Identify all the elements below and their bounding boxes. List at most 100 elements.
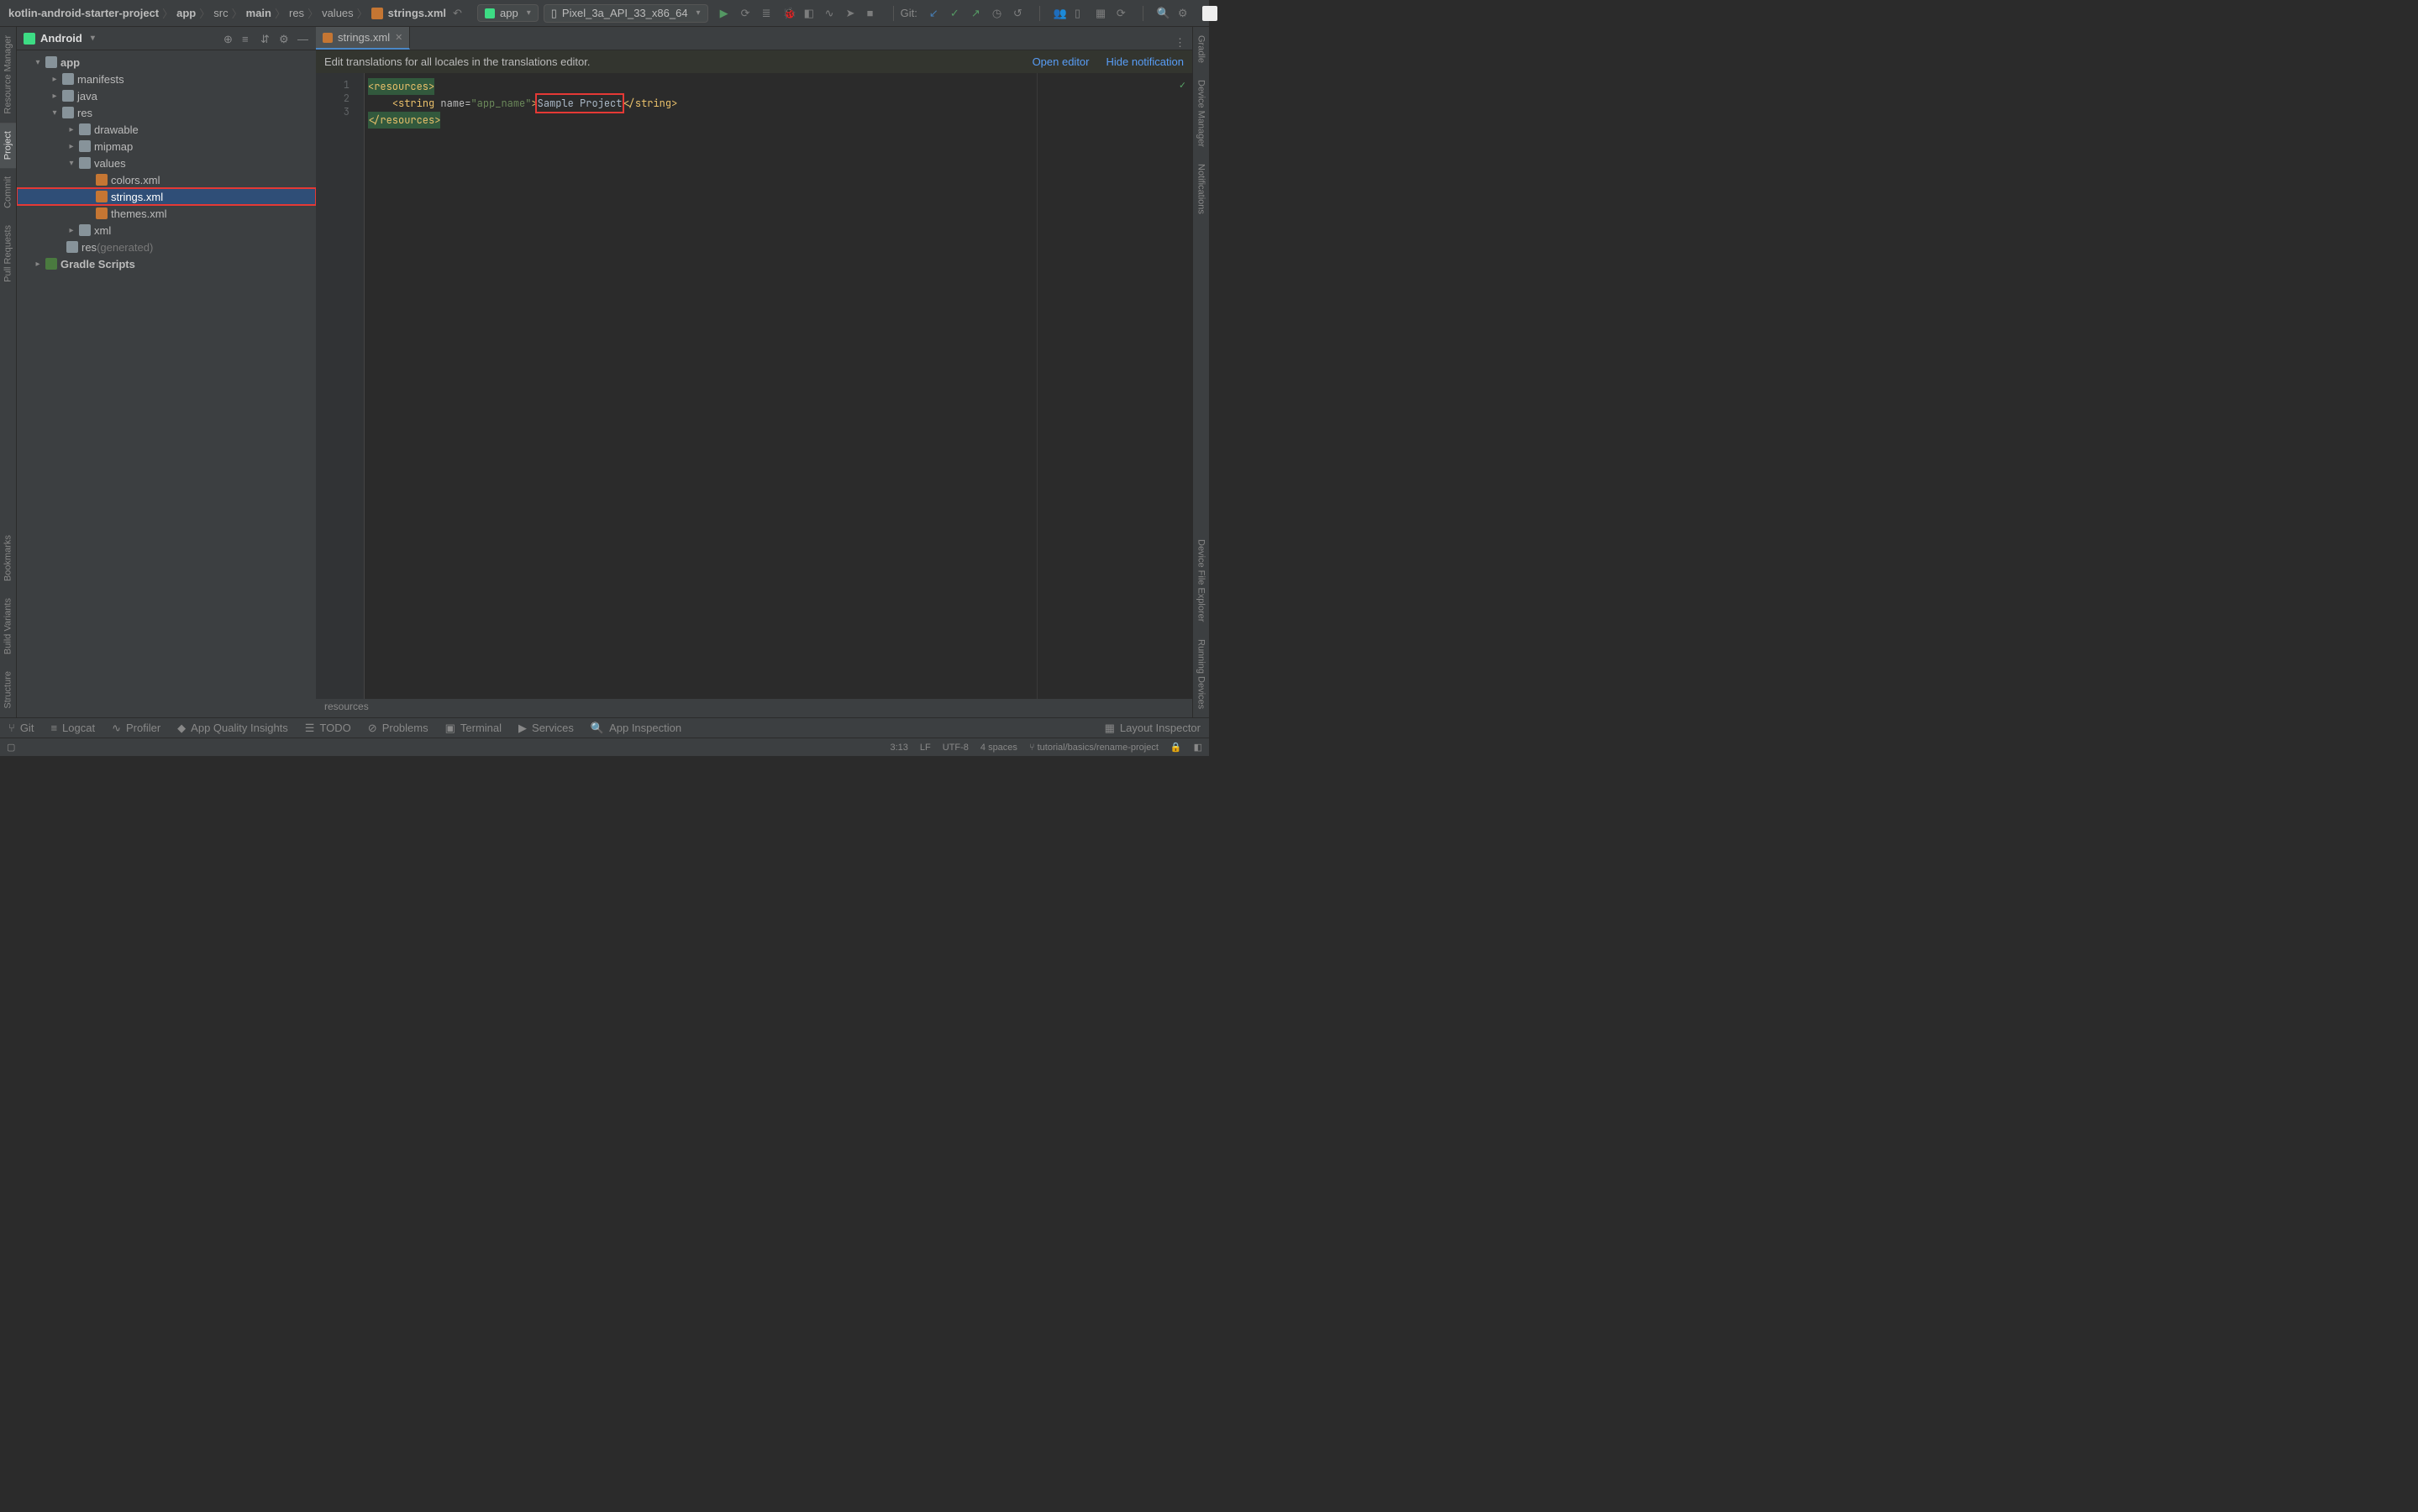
tab-build-variants[interactable]: Build Variants — [0, 590, 16, 663]
tree-node-strings[interactable]: strings.xml — [17, 188, 316, 205]
tab-commit[interactable]: Commit — [0, 168, 16, 217]
tab-terminal[interactable]: ▣Terminal — [437, 722, 510, 735]
expand-toggle-icon[interactable]: ▸ — [50, 92, 59, 101]
tab-project[interactable]: Project — [0, 123, 16, 168]
tree-node-mipmap[interactable]: ▸ mipmap — [17, 138, 316, 155]
tab-bookmarks[interactable]: Bookmarks — [0, 527, 16, 590]
profile-icon[interactable]: ∿ — [825, 7, 838, 19]
attach-debugger-icon[interactable]: ➤ — [846, 7, 859, 19]
tree-node-res-generated[interactable]: res (generated) — [17, 239, 316, 255]
expand-toggle-icon[interactable]: ▾ — [67, 159, 76, 168]
search-icon[interactable]: 🔍 — [1157, 7, 1170, 19]
sync-icon[interactable]: ⟳ — [1117, 7, 1129, 19]
more-icon[interactable]: ⋮ — [1168, 36, 1192, 50]
tab-structure[interactable]: Structure — [0, 663, 16, 717]
tree-node-themes[interactable]: themes.xml — [17, 205, 316, 222]
editor-breadcrumb[interactable]: resources — [316, 699, 1192, 717]
breadcrumb-main[interactable]: main — [246, 7, 271, 19]
tree-node-java[interactable]: ▸ java — [17, 87, 316, 104]
apply-changes-icon[interactable]: ⟳ — [741, 7, 754, 19]
tab-notifications[interactable]: Notifications — [1193, 155, 1209, 223]
apply-code-icon[interactable]: ≣ — [762, 7, 775, 19]
code-line[interactable]: <string name="app_name">Sample Project</… — [365, 95, 1192, 112]
tab-gradle[interactable]: Gradle — [1193, 27, 1209, 71]
editor-body[interactable]: 1 2 3 ✓ <resources> <string name="app_na… — [316, 73, 1192, 699]
check-ok-icon[interactable]: ✓ — [1180, 78, 1185, 92]
tab-pull-requests[interactable]: Pull Requests — [0, 217, 16, 291]
coverage-icon[interactable]: ◧ — [804, 7, 817, 19]
project-tree[interactable]: ▾ app ▸ manifests ▸ java ▾ res ▸ — [17, 50, 316, 717]
tab-device-manager[interactable]: Device Manager — [1193, 71, 1209, 155]
update-project-icon[interactable]: ↙ — [929, 7, 942, 19]
tab-app-inspection[interactable]: 🔍App Inspection — [582, 722, 690, 735]
code-line[interactable]: <resources> — [365, 78, 1192, 95]
breadcrumb-project[interactable]: kotlin-android-starter-project — [8, 7, 159, 19]
push-icon[interactable]: ↗ — [971, 7, 984, 19]
avd-manager-icon[interactable]: ▯ — [1075, 7, 1087, 19]
status-line-ending[interactable]: LF — [920, 743, 931, 753]
collapse-icon[interactable]: ≡ — [242, 33, 254, 45]
hide-icon[interactable]: — — [297, 33, 309, 45]
expand-toggle-icon[interactable]: ▸ — [67, 226, 76, 235]
expand-toggle-icon[interactable]: ▸ — [34, 260, 42, 269]
tool-windows-icon[interactable]: ▢ — [7, 742, 15, 753]
fold-gutter[interactable] — [355, 73, 365, 699]
status-indent[interactable]: 4 spaces — [980, 743, 1017, 753]
tree-node-res[interactable]: ▾ res — [17, 104, 316, 121]
code-line[interactable]: </resources> — [365, 112, 1192, 129]
settings-icon[interactable]: ⚙ — [279, 33, 291, 45]
tree-node-colors[interactable]: colors.xml — [17, 171, 316, 188]
breadcrumb-res[interactable]: res — [289, 7, 304, 19]
tab-services[interactable]: ▶Services — [510, 722, 582, 735]
project-view-select[interactable]: Android — [24, 32, 95, 45]
tree-node-values[interactable]: ▾ values — [17, 155, 316, 171]
status-git-branch[interactable]: ⑂ tutorial/basics/rename-project — [1029, 743, 1159, 753]
select-opened-file-icon[interactable]: ⊕ — [223, 33, 235, 45]
tree-node-app[interactable]: ▾ app — [17, 54, 316, 71]
hide-notification-link[interactable]: Hide notification — [1106, 55, 1185, 68]
commit-icon[interactable]: ✓ — [950, 7, 963, 19]
debug-icon[interactable]: 🐞 — [783, 7, 796, 19]
tab-device-file-explorer[interactable]: Device File Explorer — [1193, 531, 1209, 630]
avatar[interactable] — [1202, 6, 1217, 21]
tab-app-quality-insights[interactable]: ◆App Quality Insights — [169, 722, 297, 735]
expand-toggle-icon[interactable]: ▸ — [67, 125, 76, 134]
history-icon[interactable]: ◷ — [992, 7, 1005, 19]
back-arrow-icon[interactable]: ↶ — [453, 7, 465, 19]
memory-indicator[interactable]: ◧ — [1194, 742, 1202, 753]
breadcrumb-src[interactable]: src — [213, 7, 228, 19]
expand-toggle-icon[interactable]: ▾ — [34, 58, 42, 67]
breadcrumb-file[interactable]: strings.xml — [388, 7, 446, 19]
editor-tab-strings[interactable]: strings.xml ✕ — [316, 27, 410, 50]
tree-node-manifests[interactable]: ▸ manifests — [17, 71, 316, 87]
settings-icon[interactable]: ⚙ — [1178, 7, 1191, 19]
tree-node-gradle-scripts[interactable]: ▸ Gradle Scripts — [17, 255, 316, 272]
breadcrumb-module[interactable]: app — [176, 7, 196, 19]
tab-todo[interactable]: ☰TODO — [297, 722, 360, 735]
expand-toggle-icon[interactable]: ▸ — [67, 142, 76, 151]
tree-node-xml[interactable]: ▸ xml — [17, 222, 316, 239]
lock-icon[interactable]: 🔒 — [1170, 742, 1182, 753]
device-select[interactable]: ▯ Pixel_3a_API_33_x86_64 — [544, 4, 708, 23]
close-icon[interactable]: ✕ — [395, 32, 402, 43]
sdk-manager-icon[interactable]: ▦ — [1096, 7, 1108, 19]
tab-git[interactable]: ⑂Git — [0, 722, 42, 734]
code-with-me-icon[interactable]: 👥 — [1054, 7, 1066, 19]
breadcrumb-values[interactable]: values — [322, 7, 354, 19]
stop-icon[interactable]: ■ — [867, 7, 880, 19]
tab-layout-inspector[interactable]: ▦Layout Inspector — [1096, 722, 1209, 735]
tab-logcat[interactable]: ≡Logcat — [42, 722, 103, 734]
run-icon[interactable]: ▶ — [720, 7, 733, 19]
tree-node-drawable[interactable]: ▸ drawable — [17, 121, 316, 138]
open-editor-link[interactable]: Open editor — [1033, 55, 1090, 68]
rollback-icon[interactable]: ↺ — [1013, 7, 1026, 19]
expand-toggle-icon[interactable]: ▸ — [50, 75, 59, 84]
tab-problems[interactable]: ⊘Problems — [360, 722, 437, 735]
expand-toggle-icon[interactable]: ▾ — [50, 108, 59, 118]
tab-profiler[interactable]: ∿Profiler — [103, 722, 169, 735]
tab-running-devices[interactable]: Running Devices — [1193, 631, 1209, 717]
status-caret-pos[interactable]: 3:13 — [890, 743, 907, 753]
tab-resource-manager[interactable]: Resource Manager — [0, 27, 16, 123]
run-config-select[interactable]: app — [477, 4, 539, 22]
expand-icon[interactable]: ⇵ — [260, 33, 272, 45]
